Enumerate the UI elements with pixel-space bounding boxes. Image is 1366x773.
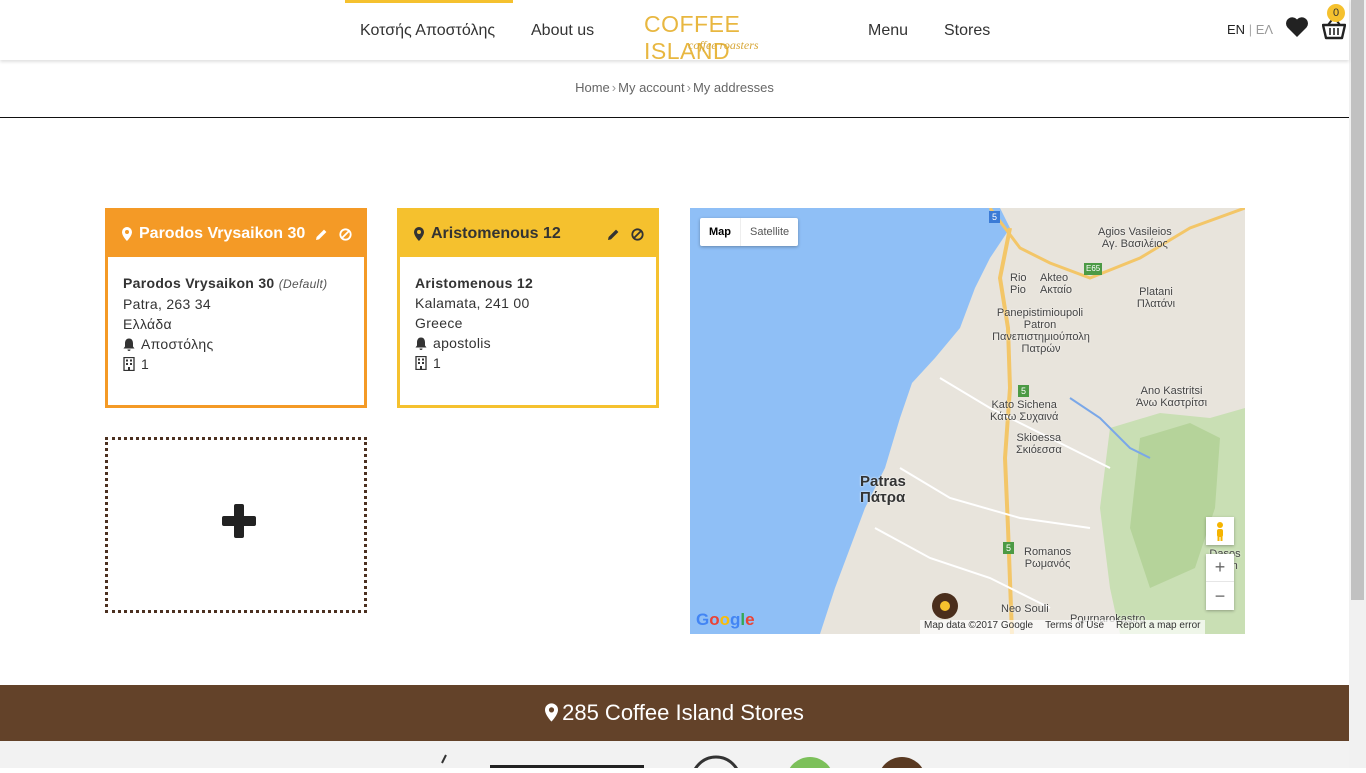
address-street: Parodos Vrysaikon 30 xyxy=(123,275,275,291)
map-place-label: Kato Sichena Κάτω Συχαινά xyxy=(990,399,1059,423)
address-city-line: Kalamata, 241 00 xyxy=(415,295,530,311)
address-card-header: Aristomenous 12 xyxy=(400,211,656,257)
map-attribution: Map data ©2017 Google Terms of Use Repor… xyxy=(920,620,1205,634)
map-tab-map[interactable]: Map xyxy=(700,218,740,246)
breadcrumb: Home › My account › My addresses xyxy=(575,80,774,95)
map-place-label: Rio Pio xyxy=(1010,272,1027,296)
logo-subtitle: coffee roasters xyxy=(688,38,759,52)
stores-map[interactable]: Map Satellite 5 E65 5 5 Agios Vasileios Α… xyxy=(690,208,1245,634)
divider xyxy=(0,117,1349,118)
remove-address-button[interactable] xyxy=(626,224,648,244)
address-card-header: Parodos Vrysaikon 30 xyxy=(108,211,364,257)
nav-about-us[interactable]: About us xyxy=(531,22,594,40)
breadcrumb-home[interactable]: Home xyxy=(575,80,610,95)
map-city-label: Patras Πάτρα xyxy=(860,473,906,506)
bell-icon xyxy=(123,338,135,351)
pegman-icon xyxy=(1217,522,1223,541)
map-place-label: Agios Vasileios Αγ. Βασιλέιος xyxy=(1098,226,1172,250)
map-place-label: Skioessa Σκιόεσσα xyxy=(1016,432,1062,456)
pencil-icon xyxy=(315,229,326,240)
doorbell-name: apostolis xyxy=(433,335,491,351)
address-card: Aristomenous 12 Aristomenous 12 Kalamata… xyxy=(397,208,659,408)
address-country: Greece xyxy=(415,315,463,331)
bell-icon xyxy=(415,337,427,350)
road-shield: 5 xyxy=(1003,542,1015,554)
address-card-title: Parodos Vrysaikon 30 xyxy=(139,225,306,242)
lang-en[interactable]: EN xyxy=(1227,22,1245,37)
nav-stores[interactable]: Stores xyxy=(944,22,990,40)
map-pin-icon xyxy=(545,703,559,722)
building-icon xyxy=(415,356,427,370)
plus-icon xyxy=(222,504,256,538)
add-address-button[interactable] xyxy=(105,437,367,613)
active-nav-indicator xyxy=(345,0,513,3)
road-shield: 5 xyxy=(1018,385,1030,397)
map-place-label: Neo Souli xyxy=(1001,603,1049,615)
breadcrumb-my-addresses: My addresses xyxy=(692,80,774,95)
edit-address-button[interactable] xyxy=(310,224,332,244)
stores-count-text: 285 Coffee Island Stores xyxy=(562,700,804,725)
map-report-link[interactable]: Report a map error xyxy=(1116,620,1200,634)
address-details: Aristomenous 12 Kalamata, 241 00 Greece … xyxy=(400,257,656,373)
nav-account[interactable]: Κοτσής Αποστόλης xyxy=(360,22,495,40)
map-tab-satellite[interactable]: Satellite xyxy=(740,218,798,246)
heart-icon[interactable] xyxy=(1285,16,1309,38)
map-place-label: Platani Πλατάνι xyxy=(1136,286,1176,310)
map-place-label: Romanos Ρωμανός xyxy=(1024,546,1072,570)
road-shield: E65 xyxy=(1084,263,1103,275)
zoom-control: + − xyxy=(1206,554,1234,610)
map-canvas xyxy=(690,208,1245,634)
stores-count-banner[interactable]: 285 Coffee Island Stores xyxy=(0,685,1349,741)
lang-separator: | xyxy=(1248,22,1253,37)
map-place-label: Πανεπιστημιούπολη Πατρών xyxy=(992,331,1090,355)
street-view-pegman[interactable] xyxy=(1206,517,1234,545)
address-street: Aristomenous 12 xyxy=(415,275,534,291)
breadcrumb-my-account[interactable]: My account xyxy=(618,80,684,95)
map-place-label: Akteo Ακταίο xyxy=(1040,272,1072,296)
google-logo: Google xyxy=(696,610,755,629)
zoom-in-button[interactable]: + xyxy=(1206,554,1234,582)
doorbell-name: Αποστόλης xyxy=(141,336,214,352)
coffee-island-logo[interactable]: COFFEE ISLAND coffee roasters xyxy=(644,8,824,64)
language-switcher: EN | ΕΛ xyxy=(1227,22,1273,37)
footer-badges-strip xyxy=(0,741,1349,773)
map-place-label: Panepistimioupoli Patron xyxy=(996,307,1084,331)
address-country: Ελλάδα xyxy=(123,316,172,332)
address-details: Parodos Vrysaikon 30 (Default) Patra, 26… xyxy=(108,257,364,374)
scrollbar-thumb[interactable] xyxy=(1351,0,1364,600)
map-pin-icon xyxy=(122,227,132,241)
site-header: Κοτσής Αποστόλης About us COFFEE ISLAND … xyxy=(0,0,1349,64)
map-type-control: Map Satellite xyxy=(700,218,799,246)
default-tag: (Default) xyxy=(278,277,328,291)
map-data-credit: Map data ©2017 Google xyxy=(924,620,1034,631)
address-city-line: Patra, 263 34 xyxy=(123,296,211,312)
building-icon xyxy=(123,357,135,371)
edit-address-button[interactable] xyxy=(602,224,624,244)
address-card-title: Aristomenous 12 xyxy=(431,225,561,242)
address-card-default: Parodos Vrysaikon 30 Parodos Vrysaikon 3… xyxy=(105,208,367,408)
nav-menu[interactable]: Menu xyxy=(868,22,908,40)
floor-number: 1 xyxy=(141,356,150,372)
map-pin-icon xyxy=(414,227,424,241)
certification-badges xyxy=(441,754,925,773)
map-place-label: Ano Kastritsi Άνω Καστρίτσι xyxy=(1136,385,1208,409)
ban-icon xyxy=(630,227,644,241)
road-shield: 5 xyxy=(989,211,1001,223)
remove-address-button[interactable] xyxy=(334,224,356,244)
ban-icon xyxy=(338,227,352,241)
cart-count-badge: 0 xyxy=(1327,4,1345,22)
floor-number: 1 xyxy=(433,355,442,371)
zoom-out-button[interactable]: − xyxy=(1206,582,1234,610)
map-terms-link[interactable]: Terms of Use xyxy=(1045,620,1104,634)
lang-el[interactable]: ΕΛ xyxy=(1256,22,1273,37)
pencil-icon xyxy=(607,229,618,240)
